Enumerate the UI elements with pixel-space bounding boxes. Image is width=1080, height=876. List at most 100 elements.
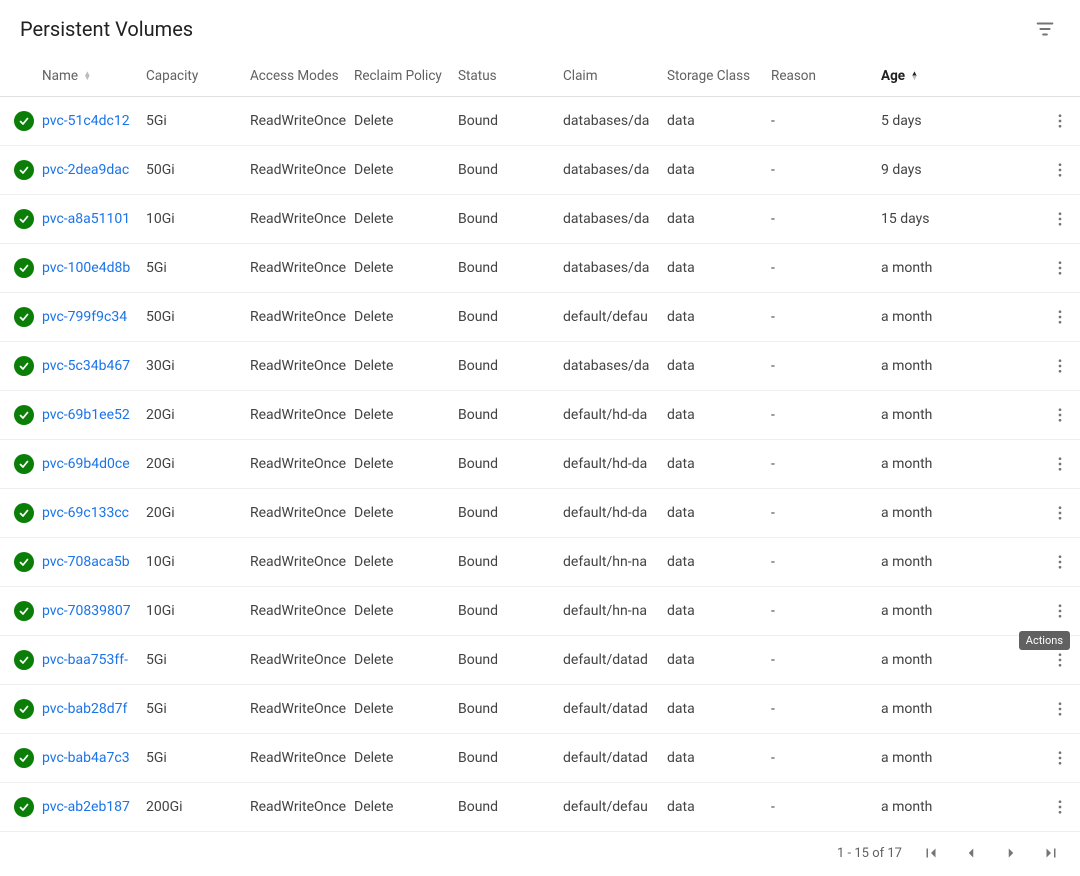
pv-name-link[interactable]: pvc-5c34b467 — [42, 358, 134, 374]
age-cell: a month — [875, 734, 1040, 783]
pv-name-link[interactable]: pvc-bab28d7f — [42, 701, 134, 717]
pv-name-link[interactable]: pvc-708aca5b — [42, 554, 134, 570]
pv-name-link[interactable]: pvc-70839807 — [42, 603, 134, 619]
column-status[interactable]: Status — [452, 56, 557, 97]
reason-cell: - — [765, 783, 875, 832]
name-cell: pvc-2dea9dac — [36, 146, 140, 195]
table-row: pvc-a8a51101 10Gi ReadWriteOnce Delete B… — [0, 195, 1080, 244]
more-vert-icon — [1051, 749, 1069, 767]
status-ok-icon — [14, 405, 34, 425]
column-capacity-label: Capacity — [146, 68, 198, 84]
status-ok-icon — [14, 748, 34, 768]
more-vert-icon — [1051, 210, 1069, 228]
reason-cell: - — [765, 146, 875, 195]
chevron-left-icon — [962, 844, 980, 862]
row-actions-button[interactable] — [1047, 794, 1073, 820]
column-claim[interactable]: Claim — [557, 56, 661, 97]
row-actions-button[interactable] — [1047, 157, 1073, 183]
status-text-cell: Bound — [452, 538, 557, 587]
row-actions-button[interactable] — [1047, 353, 1073, 379]
pv-name-link[interactable]: pvc-69c133cc — [42, 505, 134, 521]
age-cell: a month — [875, 636, 1040, 685]
row-actions-button[interactable] — [1047, 255, 1073, 281]
status-cell — [0, 734, 36, 783]
actions-cell — [1040, 734, 1080, 783]
storage-cell: data — [661, 195, 765, 244]
row-actions-button[interactable] — [1047, 108, 1073, 134]
reason-cell: - — [765, 440, 875, 489]
column-reason[interactable]: Reason — [765, 56, 875, 97]
capacity-cell: 200Gi — [140, 783, 244, 832]
storage-cell: data — [661, 636, 765, 685]
status-text-cell: Bound — [452, 734, 557, 783]
status-text-cell: Bound — [452, 342, 557, 391]
row-actions-button[interactable] — [1047, 647, 1073, 673]
capacity-cell: 5Gi — [140, 636, 244, 685]
pv-name-link[interactable]: pvc-ab2eb187 — [42, 799, 134, 815]
pv-name-link[interactable]: pvc-100e4d8b — [42, 260, 134, 276]
access-cell: ReadWriteOnce — [244, 342, 348, 391]
filter-button[interactable] — [1030, 14, 1060, 44]
pv-name-link[interactable]: pvc-2dea9dac — [42, 162, 134, 178]
page-title: Persistent Volumes — [20, 17, 193, 41]
row-actions-button[interactable] — [1047, 696, 1073, 722]
reclaim-cell: Delete — [348, 97, 452, 146]
table-row: pvc-69b4d0ce 20Gi ReadWriteOnce Delete B… — [0, 440, 1080, 489]
row-actions-button[interactable] — [1047, 500, 1073, 526]
column-storage[interactable]: Storage Class — [661, 56, 765, 97]
reason-cell: - — [765, 195, 875, 244]
pv-name-link[interactable]: pvc-69b4d0ce — [42, 456, 134, 472]
page-prev-button[interactable] — [960, 842, 982, 864]
column-age[interactable]: Age ▲▼ — [875, 56, 1040, 97]
column-capacity[interactable]: Capacity — [140, 56, 244, 97]
row-actions-button[interactable] — [1047, 549, 1073, 575]
access-cell: ReadWriteOnce — [244, 636, 348, 685]
status-cell — [0, 244, 36, 293]
pv-name-link[interactable]: pvc-799f9c34 — [42, 309, 134, 325]
column-reclaim[interactable]: Reclaim Policy — [348, 56, 452, 97]
claim-cell: databases/da — [557, 244, 661, 293]
row-actions-button[interactable] — [1047, 304, 1073, 330]
access-cell: ReadWriteOnce — [244, 685, 348, 734]
row-actions-button[interactable] — [1047, 745, 1073, 771]
storage-cell: data — [661, 342, 765, 391]
claim-cell: default/hd-da — [557, 440, 661, 489]
actions-cell — [1040, 146, 1080, 195]
pv-name-link[interactable]: pvc-69b1ee52 — [42, 407, 134, 423]
pv-name-link[interactable]: pvc-51c4dc12 — [42, 113, 134, 129]
more-vert-icon — [1051, 161, 1069, 179]
age-cell: a month — [875, 489, 1040, 538]
card-header: Persistent Volumes — [0, 0, 1080, 56]
column-claim-label: Claim — [563, 68, 598, 84]
row-actions-button[interactable] — [1047, 402, 1073, 428]
row-actions-button[interactable] — [1047, 206, 1073, 232]
age-cell: 5 days — [875, 97, 1040, 146]
column-access[interactable]: Access Modes — [244, 56, 348, 97]
pv-name-link[interactable]: pvc-bab4a7c3 — [42, 750, 134, 766]
status-cell — [0, 636, 36, 685]
age-cell: a month — [875, 244, 1040, 293]
name-cell: pvc-51c4dc12 — [36, 97, 140, 146]
pv-name-link[interactable]: pvc-a8a51101 — [42, 211, 134, 227]
status-text-cell: Bound — [452, 783, 557, 832]
page-last-button[interactable] — [1040, 842, 1062, 864]
more-vert-icon — [1051, 259, 1069, 277]
capacity-cell: 20Gi — [140, 440, 244, 489]
row-actions-button[interactable] — [1047, 598, 1073, 624]
page-first-button[interactable] — [920, 842, 942, 864]
actions-cell — [1040, 293, 1080, 342]
more-vert-icon — [1051, 602, 1069, 620]
claim-cell: databases/da — [557, 97, 661, 146]
column-name[interactable]: Name ▲▼ — [36, 56, 140, 97]
capacity-cell: 50Gi — [140, 146, 244, 195]
status-text-cell: Bound — [452, 244, 557, 293]
page-next-button[interactable] — [1000, 842, 1022, 864]
status-ok-icon — [14, 552, 34, 572]
reclaim-cell: Delete — [348, 146, 452, 195]
access-cell: ReadWriteOnce — [244, 783, 348, 832]
row-actions-button[interactable] — [1047, 451, 1073, 477]
status-text-cell: Bound — [452, 489, 557, 538]
capacity-cell: 20Gi — [140, 391, 244, 440]
more-vert-icon — [1051, 357, 1069, 375]
pv-name-link[interactable]: pvc-baa753ff- — [42, 652, 134, 668]
